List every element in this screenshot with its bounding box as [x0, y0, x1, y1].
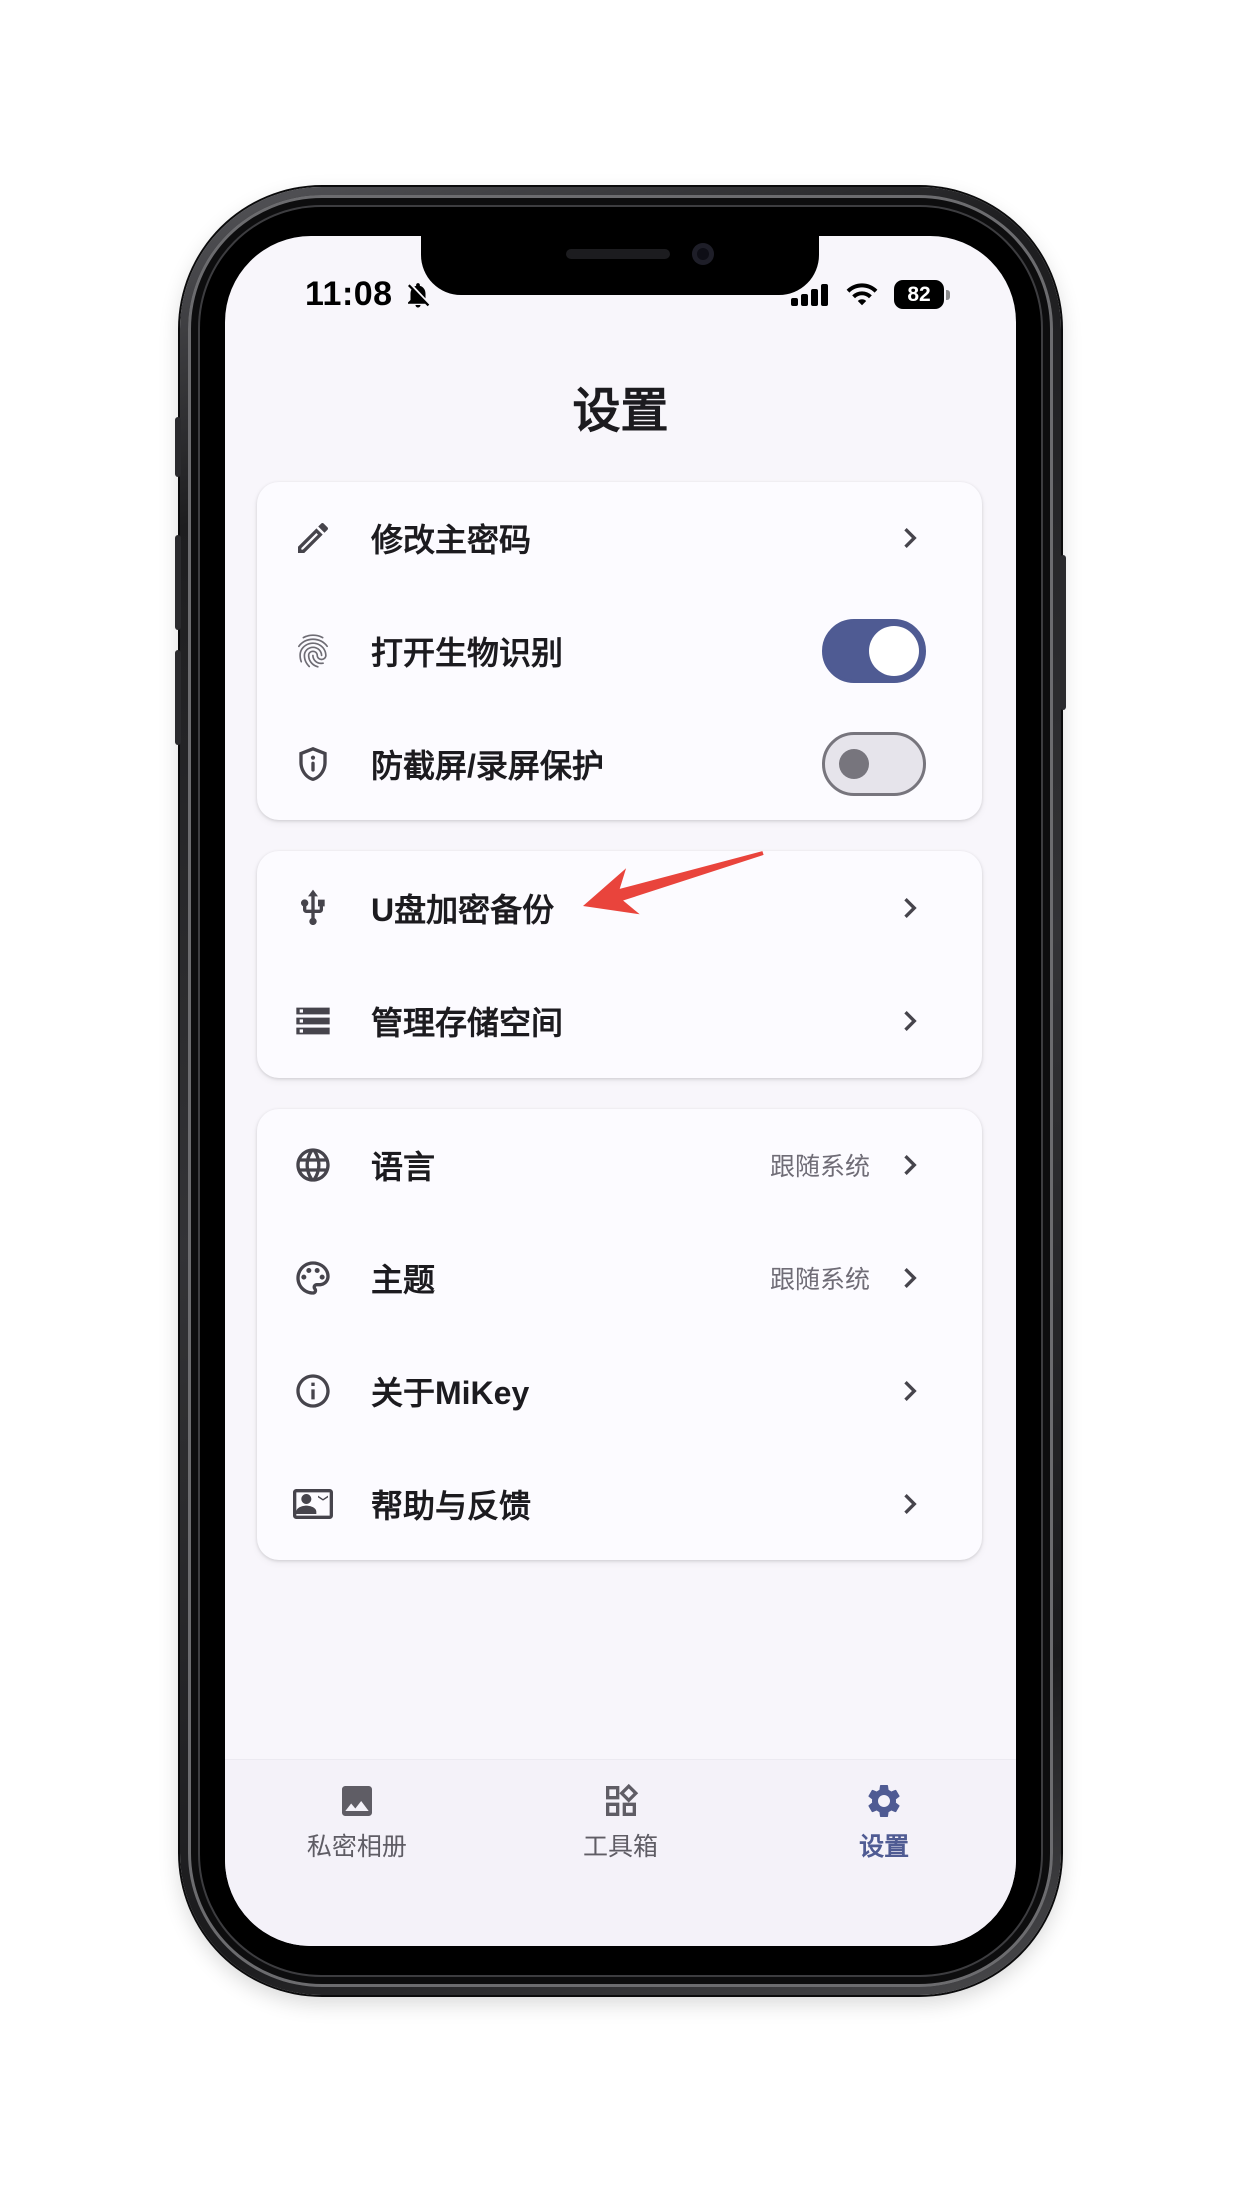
settings-group-general: 语言 跟随系统 主题 跟随系统 关于MiKey 帮助与反馈 — [257, 1109, 982, 1560]
screen: 11:08 82 设置 修改主密码 打开生物识别 防截屏/录屏保护 U盘加密备份… — [225, 236, 1016, 1946]
row-about-mikey[interactable]: 关于MiKey — [257, 1335, 982, 1448]
chevron-right-icon — [904, 1155, 917, 1176]
screenshot-protection-toggle[interactable] — [822, 731, 926, 796]
chevron-right-icon — [904, 897, 917, 918]
row-screenshot-protection[interactable]: 防截屏/录屏保护 — [257, 707, 982, 820]
row-value: 跟随系统 — [769, 1153, 870, 1182]
nav-label: 私密相册 — [306, 1833, 407, 1861]
toggle-thumb — [869, 626, 919, 676]
page: 11:08 82 设置 修改主密码 打开生物识别 防截屏/录屏保护 U盘加密备份… — [0, 0, 1242, 2208]
page-title: 设置 — [572, 385, 669, 438]
gear-icon — [868, 1785, 900, 1817]
row-change-master-password[interactable]: 修改主密码 — [257, 482, 982, 595]
settings-group-security: 修改主密码 打开生物识别 防截屏/录屏保护 — [257, 482, 982, 820]
volume-down-button — [175, 650, 181, 745]
front-camera — [692, 243, 714, 265]
battery-level: 82 — [894, 280, 944, 309]
chevron-right-icon — [904, 1011, 917, 1032]
volume-up-button — [175, 535, 181, 630]
palette-icon — [296, 1261, 330, 1295]
row-label: 主题 — [371, 1262, 436, 1299]
nav-label: 设置 — [859, 1833, 910, 1861]
row-value: 跟随系统 — [769, 1266, 870, 1295]
info-icon — [296, 1374, 330, 1408]
row-language[interactable]: 语言 跟随系统 — [257, 1109, 982, 1222]
signal-icon — [791, 284, 828, 306]
settings-group-storage: U盘加密备份 管理存储空间 — [257, 851, 982, 1078]
power-button — [1060, 555, 1066, 710]
widgets-icon — [605, 1783, 638, 1816]
row-label: 防截屏/录屏保护 — [371, 747, 604, 784]
phone-frame: 11:08 82 设置 修改主密码 打开生物识别 防截屏/录屏保护 U盘加密备份… — [175, 187, 1066, 1995]
row-help-feedback[interactable]: 帮助与反馈 — [257, 1447, 982, 1560]
nav-label: 工具箱 — [583, 1833, 659, 1861]
shield-info-icon — [299, 746, 327, 781]
chevron-right-icon — [904, 528, 917, 549]
chevron-right-icon — [904, 1268, 917, 1289]
contact-card-icon — [293, 1488, 333, 1519]
image-icon — [341, 1786, 372, 1816]
battery-icon: 82 — [894, 280, 950, 309]
nav-tab-toolbox[interactable]: 工具箱 — [489, 1760, 753, 1946]
row-label: U盘加密备份 — [371, 891, 555, 928]
notch — [421, 236, 819, 295]
language-icon — [296, 1148, 330, 1183]
row-theme[interactable]: 主题 跟随系统 — [257, 1222, 982, 1335]
row-label: 关于MiKey — [371, 1374, 530, 1411]
biometric-toggle[interactable] — [822, 619, 926, 683]
chevron-right-icon — [904, 1493, 917, 1514]
row-manage-storage[interactable]: 管理存储空间 — [257, 965, 982, 1079]
wifi-icon — [846, 283, 878, 306]
row-label: 帮助与反馈 — [371, 1487, 532, 1524]
bottom-nav: 私密相册 工具箱 设置 — [225, 1759, 1016, 1946]
storage-icon — [296, 1007, 330, 1035]
battery-nub — [946, 290, 950, 300]
row-usb-encrypted-backup[interactable]: U盘加密备份 — [257, 851, 982, 965]
nav-tab-settings[interactable]: 设置 — [752, 1760, 1016, 1946]
row-label: 管理存储空间 — [371, 1005, 564, 1042]
fingerprint-icon — [297, 634, 328, 668]
speaker-grille — [566, 249, 670, 259]
row-label: 打开生物识别 — [371, 635, 564, 671]
mute-switch — [175, 417, 181, 477]
chevron-right-icon — [904, 1380, 917, 1401]
row-biometric-unlock[interactable]: 打开生物识别 — [257, 595, 982, 708]
edit-icon — [298, 523, 329, 554]
usb-icon — [301, 889, 325, 925]
nav-tab-private-album[interactable]: 私密相册 — [225, 1760, 489, 1946]
row-label: 修改主密码 — [371, 522, 532, 559]
toggle-thumb — [839, 748, 869, 779]
row-label: 语言 — [371, 1149, 436, 1186]
status-time: 11:08 — [305, 275, 393, 313]
bell-slash-icon — [408, 283, 430, 308]
